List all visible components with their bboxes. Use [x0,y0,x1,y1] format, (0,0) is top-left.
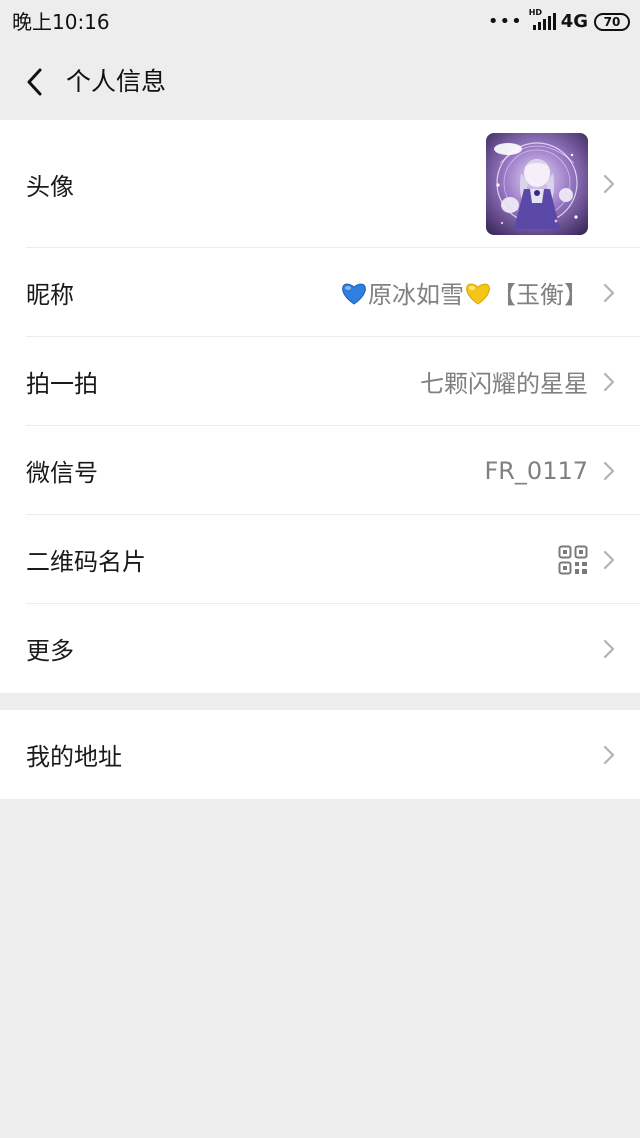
avatar [486,133,588,235]
qr-code-icon [558,545,588,574]
chevron-right-icon [603,372,615,391]
more-dots-icon: ••• [487,11,523,32]
battery-icon: 70 [594,13,630,31]
yellow-heart-icon [466,283,490,305]
avatar-row[interactable]: 头像 [0,120,640,248]
network-type: 4G [560,11,588,32]
chevron-right-icon [603,461,615,480]
nickname-suffix: 【玉衡】 [492,281,588,309]
chevron-right-icon [603,283,615,302]
nickname-text: 原冰如雪 [368,281,464,309]
my-address-label: 我的地址 [26,743,122,771]
navigation-header: 个人信息 [0,44,640,120]
qr-code-row[interactable]: 二维码名片 [0,515,640,604]
nickname-label: 昵称 [26,281,74,309]
nickname-value: 原冰如雪 【玉衡】 [340,275,588,310]
status-time: 晚上10:16 [12,10,110,34]
chevron-right-icon [603,745,615,764]
avatar-image [486,133,588,235]
wechat-id-label: 微信号 [26,459,98,487]
pat-row[interactable]: 拍一拍 七颗闪耀的星星 [0,337,640,426]
battery-level: 70 [603,15,621,29]
wechat-id-value: FR_0117 [484,456,588,485]
pat-value: 七颗闪耀的星星 [420,370,588,398]
page-title: 个人信息 [66,67,167,96]
more-row[interactable]: 更多 [0,604,640,693]
pat-label: 拍一拍 [26,370,98,398]
address-list: 我的地址 [0,710,640,799]
qr-code-label: 二维码名片 [26,548,146,576]
more-label: 更多 [26,637,74,665]
my-address-row[interactable]: 我的地址 [0,710,640,799]
profile-info-list: 头像 昵称 原冰如雪 【玉衡】 拍一拍 七颗闪耀的星星 微信号 FR_0117 … [0,120,640,693]
nickname-row[interactable]: 昵称 原冰如雪 【玉衡】 [0,248,640,337]
signal-icon: HD [529,8,556,32]
back-button[interactable] [14,62,54,102]
status-icons: ••• HD 4G 70 [487,8,630,34]
avatar-label: 头像 [26,172,74,201]
blue-heart-icon [342,283,366,305]
chevron-right-icon [603,550,615,569]
back-arrow-icon [27,68,42,96]
chevron-right-icon [603,174,615,194]
wechat-id-row[interactable]: 微信号 FR_0117 [0,426,640,515]
chevron-right-icon [603,639,615,658]
status-bar: 晚上10:16 ••• HD 4G 70 [0,0,640,44]
